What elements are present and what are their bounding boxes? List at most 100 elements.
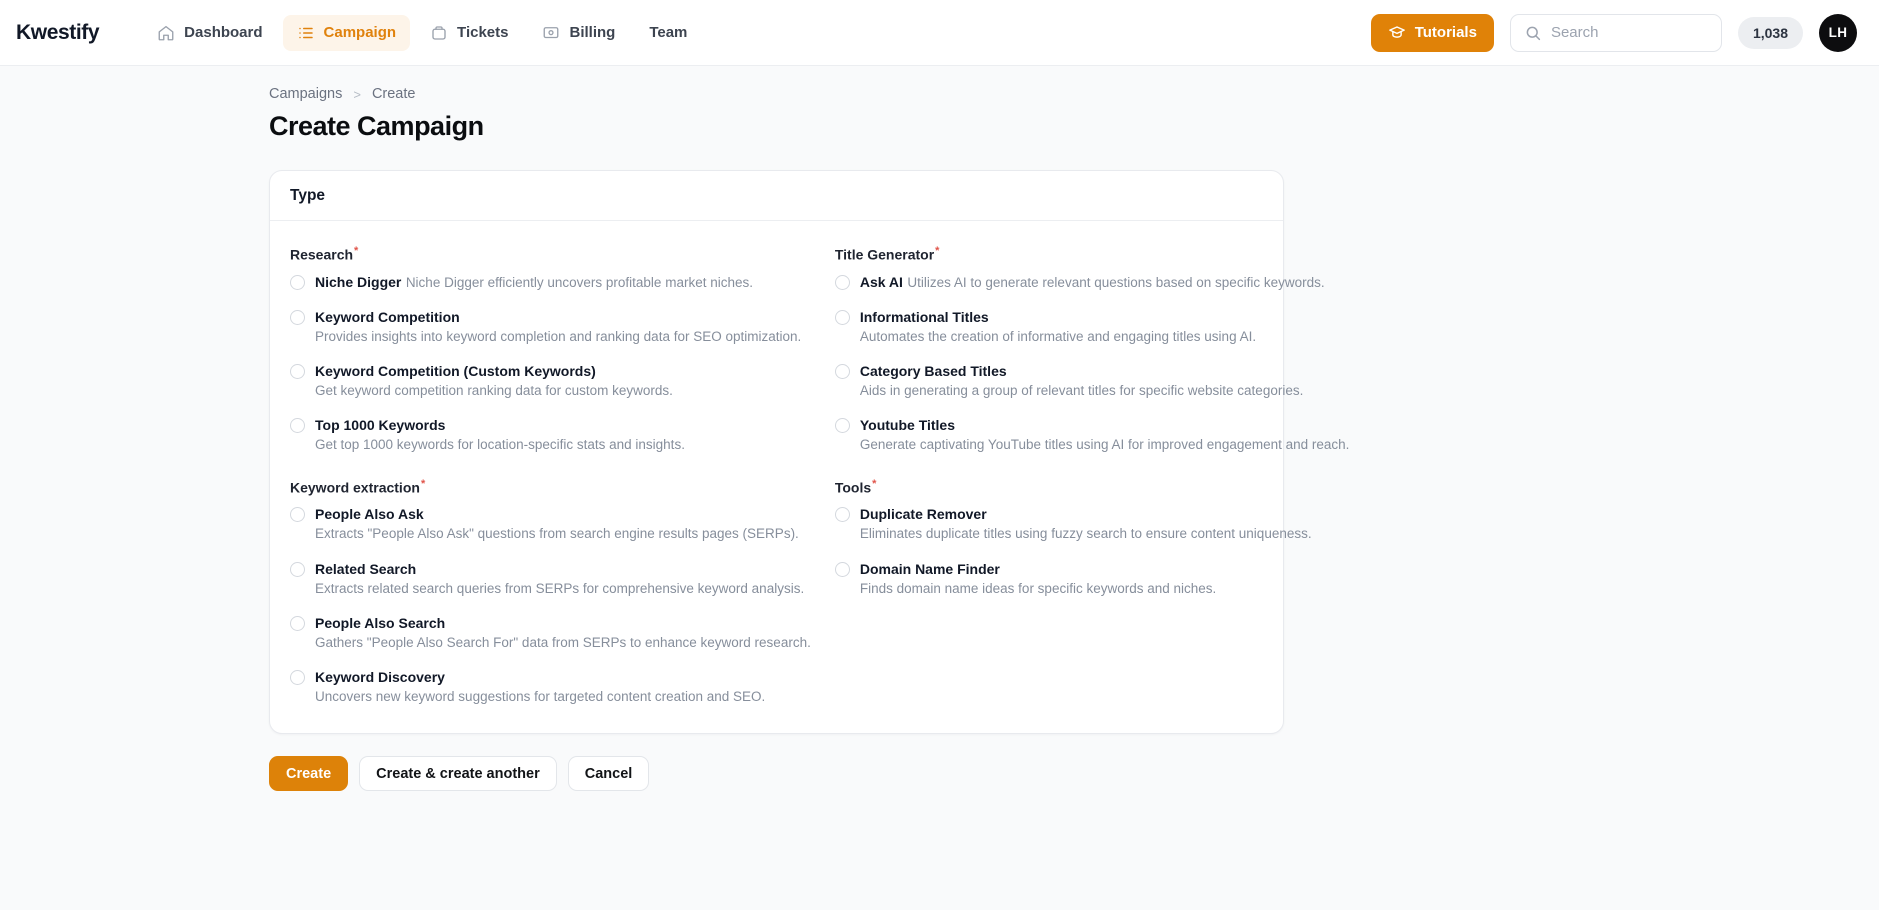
- radio-people-also-search[interactable]: [290, 615, 305, 631]
- option-people-also-ask[interactable]: People Also Ask Extracts "People Also As…: [290, 505, 811, 544]
- option-text: Category Based Titles Aids in generating…: [860, 362, 1350, 401]
- option-title[interactable]: Keyword Competition (Custom Keywords): [315, 363, 596, 379]
- create-and-create-another-button[interactable]: Create & create another: [359, 756, 557, 792]
- option-title[interactable]: Duplicate Remover: [860, 506, 987, 522]
- radio-ask-ai[interactable]: [834, 274, 850, 290]
- billing-icon: [542, 24, 560, 42]
- option-title[interactable]: Related Search: [315, 561, 416, 577]
- option-text: Informational Titles Automates the creat…: [860, 308, 1350, 347]
- option-description: Provides insights into keyword completio…: [315, 328, 802, 344]
- credits-badge[interactable]: 1,038: [1737, 16, 1803, 49]
- app-logo[interactable]: Kwestify: [16, 21, 100, 45]
- option-duplicate-remover[interactable]: Duplicate Remover Eliminates duplicate t…: [834, 505, 1350, 544]
- radio-domain-name-finder[interactable]: [834, 561, 850, 577]
- group-label-tools: Tools*: [835, 478, 1350, 496]
- option-keyword-discovery[interactable]: Keyword Discovery Uncovers new keyword s…: [290, 668, 811, 707]
- required-marker: *: [354, 245, 359, 257]
- breadcrumb-campaigns[interactable]: Campaigns: [269, 86, 342, 102]
- nav-item-campaign[interactable]: Campaign: [282, 14, 411, 51]
- option-text: Youtube Titles Generate captivating YouT…: [860, 416, 1350, 455]
- option-title[interactable]: Niche Digger: [315, 274, 401, 290]
- option-keyword-competition[interactable]: Keyword Competition Provides insights in…: [290, 308, 811, 347]
- radio-related-search[interactable]: [290, 561, 305, 577]
- option-title[interactable]: Youtube Titles: [860, 417, 955, 433]
- breadcrumb-create: Create: [371, 86, 416, 102]
- nav-label: Campaign: [323, 24, 397, 41]
- option-text: Keyword Competition Provides insights in…: [315, 308, 811, 347]
- option-text: Niche Digger Niche Digger efficiently un…: [315, 273, 753, 293]
- top-navigation-bar: Kwestify Dashboard Campaign Tickets Bill…: [0, 0, 1879, 66]
- option-ask-ai[interactable]: Ask AI Utilizes AI to generate relevant …: [834, 273, 1350, 293]
- option-description: Aids in generating a group of relevant t…: [859, 383, 1304, 399]
- avatar[interactable]: LH: [1819, 13, 1857, 52]
- option-description: Generate captivating YouTube titles usin…: [859, 437, 1350, 453]
- radio-niche-digger[interactable]: [290, 274, 305, 290]
- option-title[interactable]: Keyword Competition: [315, 309, 460, 325]
- search-input[interactable]: [1550, 14, 1708, 51]
- type-card: Type Research* Niche Digger Niche Digger…: [269, 170, 1349, 735]
- group-tools: Tools* Duplicate Remover Eliminates dupl…: [834, 478, 1350, 599]
- column-left: Research* Niche Digger Niche Digger effi…: [290, 245, 811, 707]
- radio-top-1000-keywords[interactable]: [290, 418, 305, 434]
- nav-label: Billing: [569, 24, 616, 41]
- radio-keyword-discovery[interactable]: [290, 670, 305, 686]
- option-description: Utilizes AI to generate relevant questio…: [907, 274, 1325, 290]
- group-label-text: Title Generator: [834, 246, 935, 263]
- radio-keyword-competition[interactable]: [290, 309, 305, 325]
- option-title[interactable]: Top 1000 Keywords: [315, 417, 445, 433]
- page-title: Create Campaign: [269, 111, 484, 141]
- create-button[interactable]: Create: [269, 756, 349, 792]
- nav-item-tickets[interactable]: Tickets: [416, 15, 522, 51]
- tutorials-button[interactable]: Tutorials: [1370, 13, 1494, 52]
- option-domain-name-finder[interactable]: Domain Name Finder Finds domain name ide…: [834, 560, 1350, 599]
- main-nav: Dashboard Campaign Tickets Billing Team: [143, 14, 701, 51]
- tutorials-label: Tutorials: [1414, 24, 1477, 41]
- option-description: Get top 1000 keywords for location-speci…: [315, 437, 685, 453]
- radio-category-based-titles[interactable]: [834, 364, 850, 380]
- option-description: Uncovers new keyword suggestions for tar…: [315, 689, 766, 705]
- option-description: Get keyword competition ranking data for…: [315, 383, 673, 399]
- search-box[interactable]: [1509, 13, 1722, 52]
- content-column: Campaigns > Create Create Campaign Type …: [269, 86, 1349, 792]
- option-people-also-search[interactable]: People Also Search Gathers "People Also …: [290, 614, 811, 653]
- cancel-button[interactable]: Cancel: [567, 756, 650, 792]
- group-title-generator: Title Generator* Ask AI Utilizes AI to g…: [834, 245, 1350, 456]
- option-text: People Also Search Gathers "People Also …: [315, 614, 811, 653]
- nav-label: Dashboard: [184, 24, 263, 41]
- group-label-title-generator: Title Generator*: [835, 245, 1350, 263]
- option-title[interactable]: Domain Name Finder: [860, 561, 1000, 577]
- list-icon: [297, 24, 315, 42]
- option-niche-digger[interactable]: Niche Digger Niche Digger efficiently un…: [290, 273, 811, 293]
- page-container: Campaigns > Create Create Campaign Type …: [0, 66, 1879, 792]
- radio-duplicate-remover[interactable]: [834, 507, 850, 523]
- breadcrumb: Campaigns > Create: [269, 86, 1305, 102]
- option-description: Extracts "People Also Ask" questions fro…: [315, 526, 799, 542]
- option-description: Automates the creation of informative an…: [859, 328, 1257, 344]
- radio-keyword-competition-custom[interactable]: [290, 364, 305, 380]
- required-marker: *: [420, 477, 426, 490]
- required-marker: *: [872, 477, 877, 490]
- option-title[interactable]: People Also Search: [315, 615, 445, 631]
- radio-informational-titles[interactable]: [834, 309, 850, 325]
- option-title[interactable]: Keyword Discovery: [315, 669, 445, 685]
- option-title[interactable]: Category Based Titles: [860, 363, 1007, 379]
- option-top-1000-keywords[interactable]: Top 1000 Keywords Get top 1000 keywords …: [290, 416, 811, 455]
- group-label-text: Tools: [834, 479, 872, 496]
- option-title[interactable]: Informational Titles: [860, 309, 989, 325]
- option-related-search[interactable]: Related Search Extracts related search q…: [290, 560, 811, 599]
- option-category-based-titles[interactable]: Category Based Titles Aids in generating…: [834, 362, 1350, 401]
- radio-youtube-titles[interactable]: [834, 418, 850, 434]
- nav-item-billing[interactable]: Billing: [528, 15, 629, 51]
- nav-item-dashboard[interactable]: Dashboard: [143, 15, 276, 51]
- nav-item-team[interactable]: Team: [635, 15, 701, 51]
- option-youtube-titles[interactable]: Youtube Titles Generate captivating YouT…: [834, 416, 1350, 455]
- option-title[interactable]: People Also Ask: [315, 506, 424, 522]
- option-informational-titles[interactable]: Informational Titles Automates the creat…: [834, 308, 1350, 347]
- radio-people-also-ask[interactable]: [290, 507, 305, 523]
- option-text: Duplicate Remover Eliminates duplicate t…: [860, 505, 1350, 544]
- nav-label: Team: [649, 24, 688, 41]
- group-research: Research* Niche Digger Niche Digger effi…: [290, 245, 811, 456]
- ticket-icon: [430, 24, 448, 42]
- option-keyword-competition-custom[interactable]: Keyword Competition (Custom Keywords) Ge…: [290, 362, 811, 401]
- option-title[interactable]: Ask AI: [860, 274, 903, 290]
